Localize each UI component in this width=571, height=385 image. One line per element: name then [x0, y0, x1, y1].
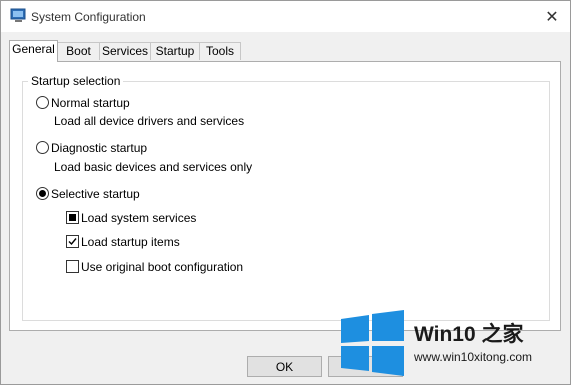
- watermark-url: www.win10xitong.com: [414, 350, 533, 364]
- tab-startup[interactable]: Startup: [150, 42, 200, 60]
- tab-boot[interactable]: Boot: [57, 42, 100, 60]
- title-bar: System Configuration ✕: [1, 1, 570, 32]
- normal-startup-description: Load all device drivers and services: [54, 114, 245, 128]
- load-startup-items-checkbox[interactable]: [66, 235, 79, 248]
- diagnostic-startup-radio[interactable]: [36, 141, 49, 154]
- normal-startup-radio[interactable]: [36, 96, 49, 109]
- msconfig-icon: [10, 8, 26, 22]
- use-original-boot-checkbox[interactable]: [66, 260, 79, 273]
- radio-selected-dot: [39, 190, 46, 197]
- checkmark-icon: [68, 238, 77, 246]
- watermark-title: Win10 之家: [414, 323, 524, 346]
- tab-tools[interactable]: Tools: [199, 42, 241, 60]
- window-title: System Configuration: [31, 10, 146, 24]
- ok-button[interactable]: OK: [247, 356, 322, 377]
- tab-general[interactable]: General: [9, 40, 58, 62]
- diagnostic-startup-label[interactable]: Diagnostic startup: [51, 141, 147, 155]
- load-system-services-label[interactable]: Load system services: [81, 211, 196, 225]
- startup-selection-legend: Startup selection: [28, 74, 124, 88]
- tab-services[interactable]: Services: [99, 42, 151, 60]
- selective-startup-radio[interactable]: [36, 187, 49, 200]
- close-icon[interactable]: ✕: [537, 3, 567, 30]
- indeterminate-mark: [69, 214, 76, 221]
- load-system-services-checkbox[interactable]: [66, 211, 79, 224]
- use-original-boot-label[interactable]: Use original boot configuration: [81, 260, 243, 274]
- selective-startup-label[interactable]: Selective startup: [51, 187, 140, 201]
- load-startup-items-label[interactable]: Load startup items: [81, 235, 180, 249]
- general-tab-panel: Startup selection Normal startup Load al…: [9, 61, 561, 331]
- normal-startup-label[interactable]: Normal startup: [51, 96, 130, 110]
- diagnostic-startup-description: Load basic devices and services only: [54, 160, 253, 174]
